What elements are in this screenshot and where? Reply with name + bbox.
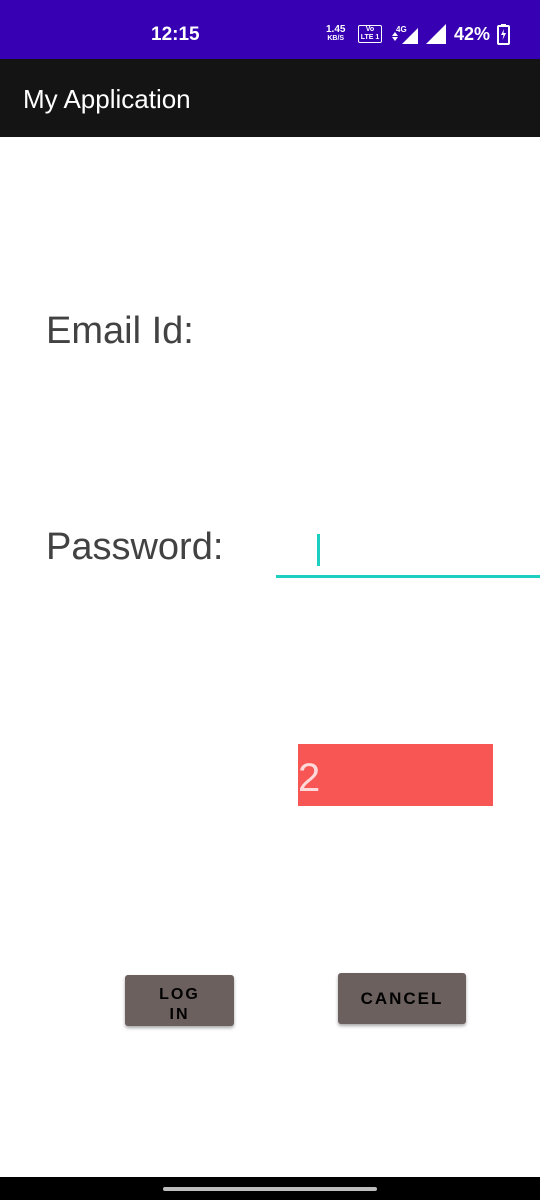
password-input[interactable] <box>276 528 540 578</box>
signal-4g-icon: 4G <box>392 25 418 44</box>
navigation-bar <box>0 1177 540 1200</box>
network-speed: 1.45 KB/S <box>326 25 345 43</box>
network-speed-unit: KB/S <box>327 35 345 42</box>
status-time: 12:15 <box>151 24 200 45</box>
login-button[interactable]: LOGIN <box>125 975 234 1026</box>
battery-charging-icon <box>497 24 510 45</box>
home-gesture-bar[interactable] <box>163 1187 377 1191</box>
red-text-box: 2 <box>298 744 493 806</box>
cancel-button[interactable]: CANCEL <box>338 973 466 1024</box>
app-bar: My Application <box>0 59 540 137</box>
network-type-label: 4G <box>396 25 407 34</box>
red-box-text: 2 <box>298 756 321 800</box>
status-bar: 12:15 1.45 KB/S Vo LTE 1 4G 42% <box>0 0 540 59</box>
password-label: Password: <box>46 526 224 568</box>
text-cursor <box>317 534 320 566</box>
volte-icon: Vo LTE 1 <box>358 25 382 43</box>
app-title: My Application <box>23 84 191 114</box>
signal-icon <box>426 24 446 44</box>
email-label: Email Id: <box>46 310 194 352</box>
battery-percent: 42% <box>454 24 491 44</box>
